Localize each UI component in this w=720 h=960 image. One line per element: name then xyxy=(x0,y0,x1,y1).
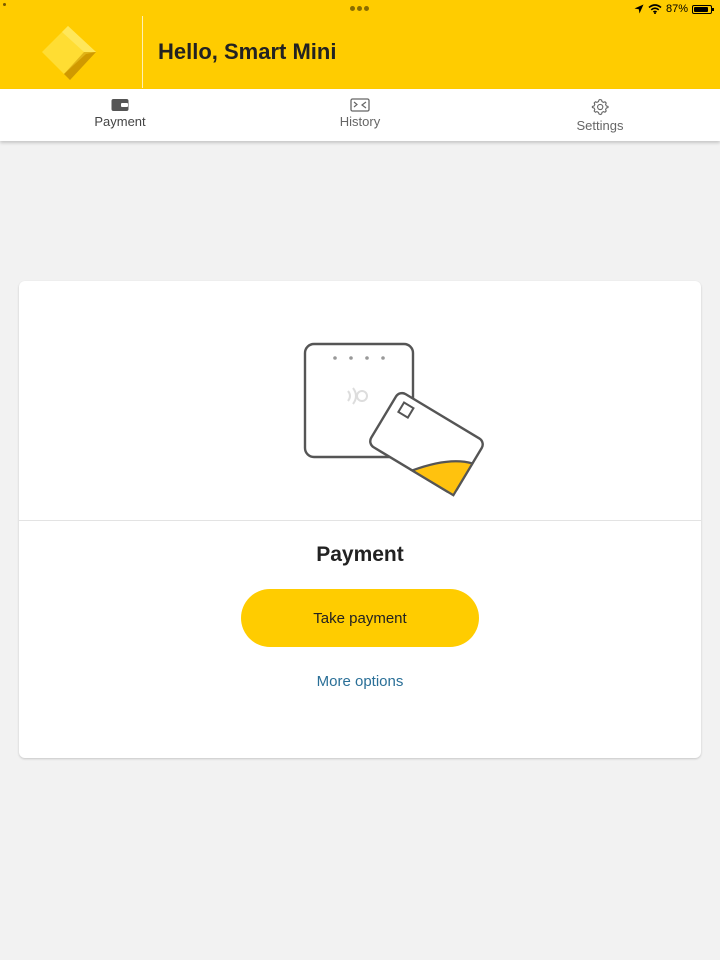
gear-icon xyxy=(591,98,609,116)
tab-payment[interactable]: Payment xyxy=(0,89,240,141)
header-divider xyxy=(142,16,143,88)
payment-card: Payment Take payment More options xyxy=(19,281,701,758)
more-options-link[interactable]: More options xyxy=(19,673,701,690)
battery-percent: 87% xyxy=(665,3,688,15)
battery-icon xyxy=(692,4,714,14)
status-indicator-dot xyxy=(3,3,6,6)
status-bar: 87% xyxy=(634,2,714,16)
history-icon xyxy=(350,98,370,112)
terminal-and-card-illustration xyxy=(303,342,484,497)
tab-history-label: History xyxy=(339,114,381,129)
tab-payment-label: Payment xyxy=(94,114,146,129)
take-payment-button[interactable]: Take payment xyxy=(241,589,479,647)
tab-history[interactable]: History xyxy=(240,89,480,141)
tab-settings[interactable]: Settings xyxy=(480,89,720,141)
payment-title: Payment xyxy=(316,543,404,566)
greeting-title: Hello, Smart Mini xyxy=(158,39,337,64)
wifi-icon xyxy=(648,4,662,14)
tab-bar: Payment History Settings xyxy=(0,89,720,141)
tab-settings-label: Settings xyxy=(576,118,624,133)
location-arrow-icon xyxy=(634,4,644,14)
app-header: 87% Hello, Smart Mini xyxy=(0,0,720,89)
multitasking-dots-icon[interactable] xyxy=(350,6,370,12)
wallet-icon xyxy=(111,99,129,111)
bank-diamond-logo xyxy=(42,26,96,80)
card-divider xyxy=(19,520,701,521)
